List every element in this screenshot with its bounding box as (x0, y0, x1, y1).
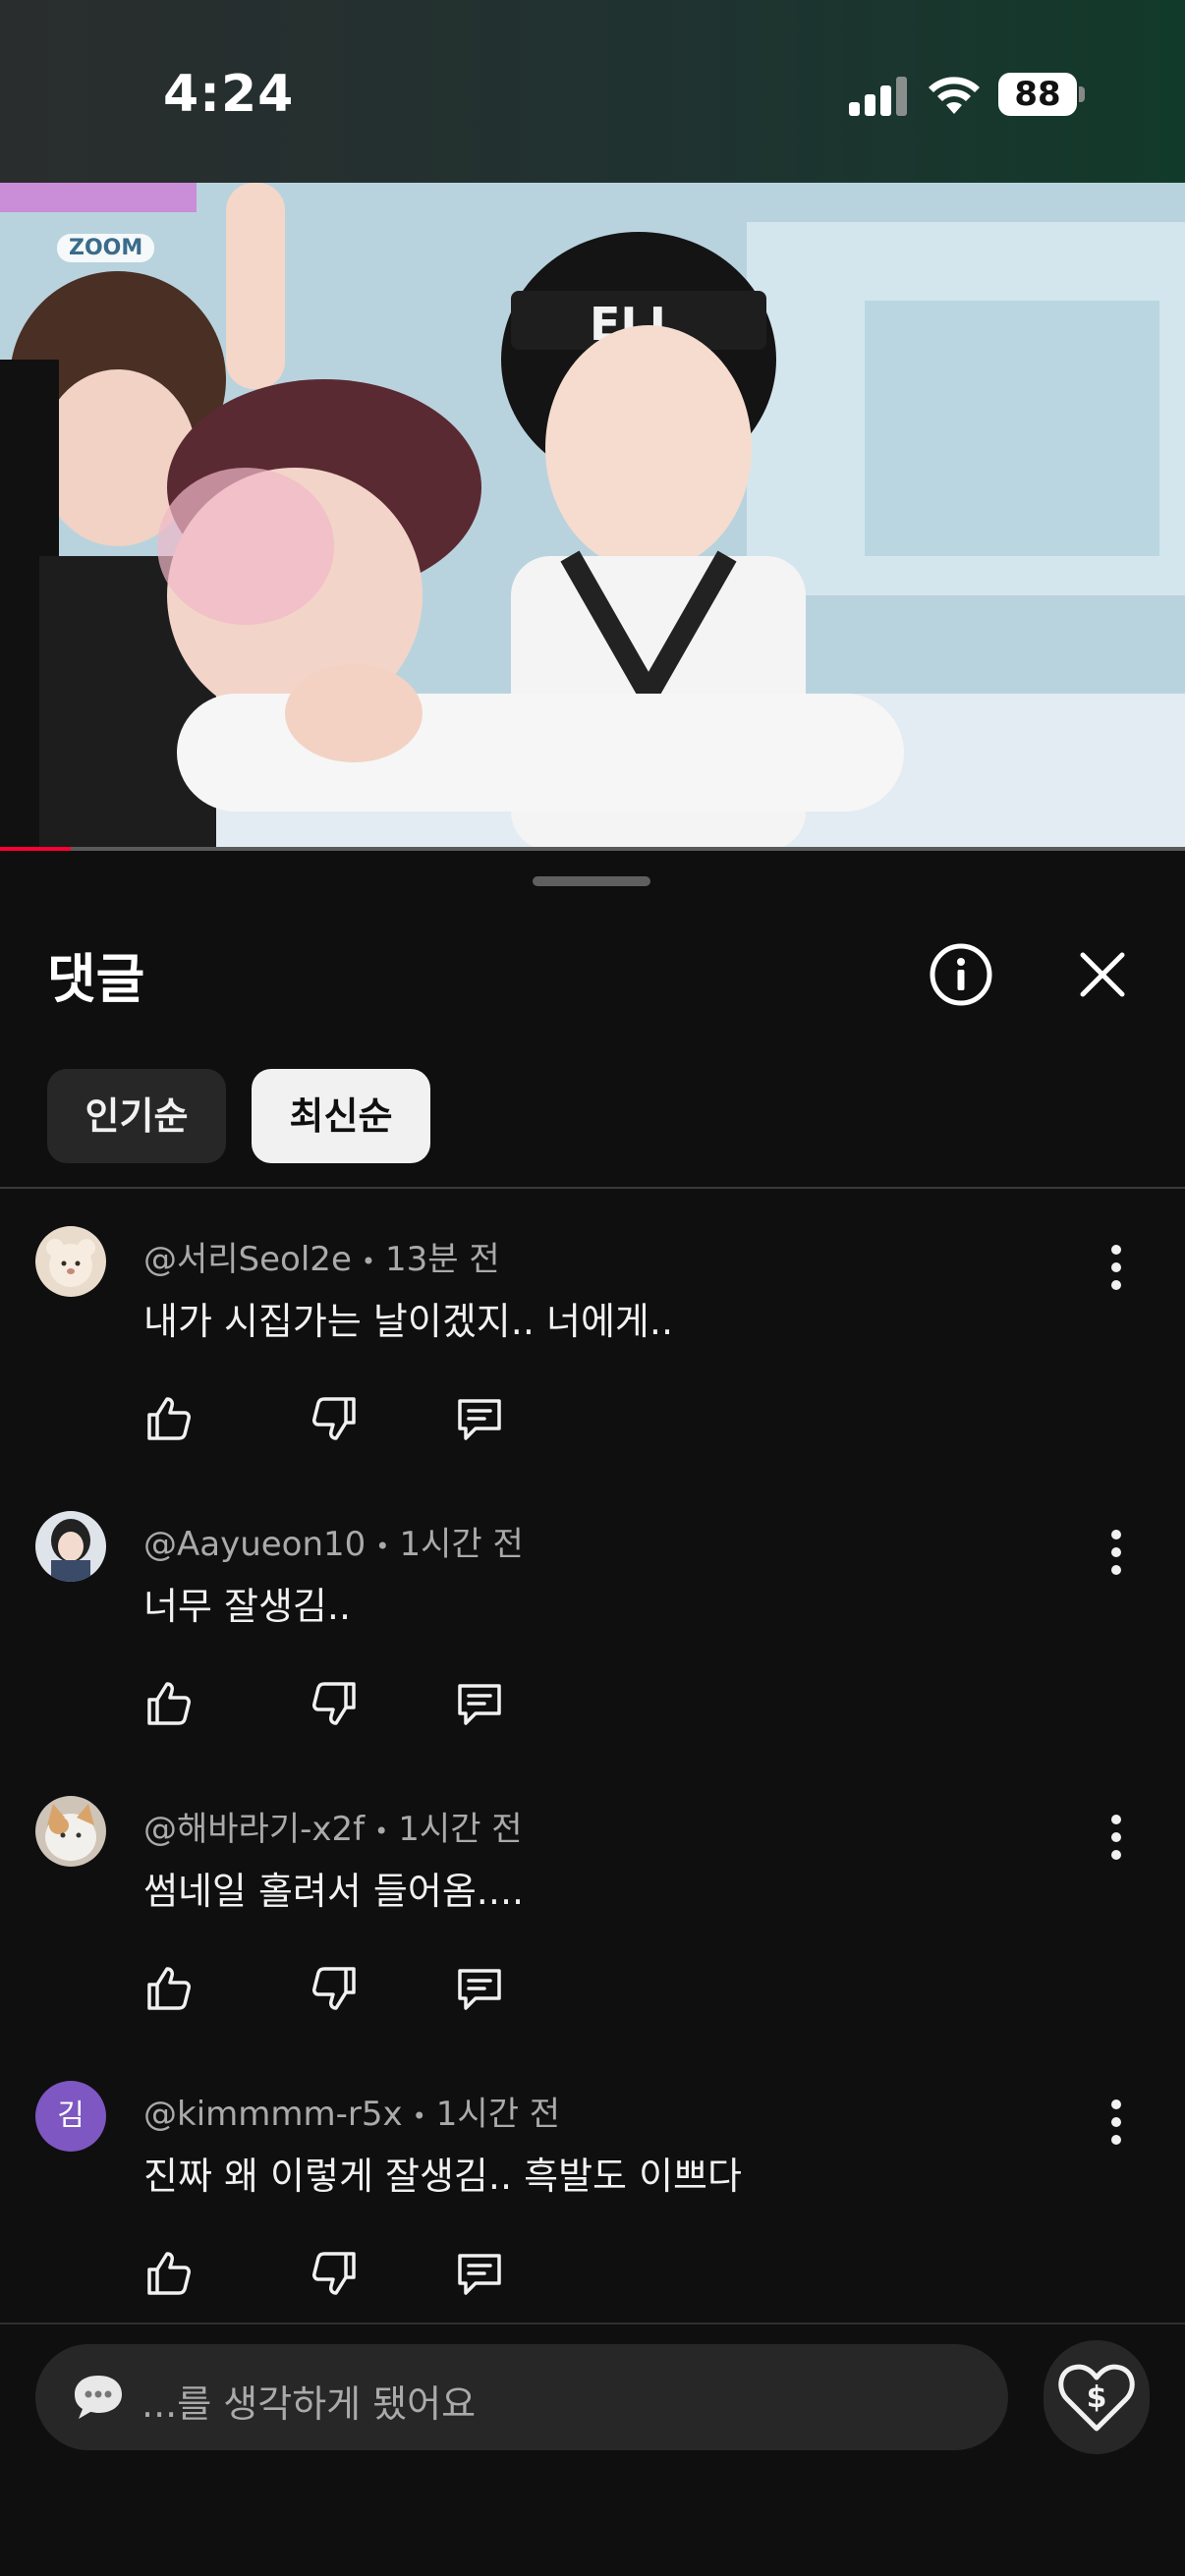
status-bar: 4:24 88 (0, 0, 1185, 183)
dislike-icon[interactable] (309, 1393, 360, 1444)
comment-time: 1시간 전 (398, 1810, 523, 1849)
chip-latest[interactable]: 최신순 (252, 1069, 430, 1163)
meta-separator: • (361, 1247, 376, 1275)
more-vert-icon[interactable] (1091, 2091, 1142, 2154)
meta-separator: • (375, 1532, 390, 1560)
like-icon[interactable] (143, 1963, 195, 2014)
comment-author[interactable]: @kimmmm-r5x (143, 2095, 403, 2134)
speech-bubble-icon (75, 2376, 122, 2419)
comment-time: 1시간 전 (435, 2095, 561, 2134)
comment-item: @해바라기-x2f • 1시간 전 썸네일 홀려서 들어옴.... (0, 1796, 1185, 2081)
avatar[interactable] (35, 1226, 106, 1297)
battery-level: 88 (998, 73, 1077, 116)
svg-text:$: $ (1087, 2380, 1107, 2415)
comment-input[interactable]: ...를 생각하게 됐어요 (35, 2344, 1008, 2450)
comment-meta: @서리Seol2e • 13분 전 (143, 1232, 500, 1280)
like-icon[interactable] (143, 2248, 195, 2299)
dislike-icon[interactable] (309, 1963, 360, 2014)
dislike-icon[interactable] (309, 2248, 360, 2299)
comment-meta: @kimmmm-r5x • 1시간 전 (143, 2087, 560, 2135)
comment-item: @서리Seol2e • 13분 전 내가 시집가는 날이겠지.. 너에게.. (0, 1226, 1185, 1511)
like-icon[interactable] (143, 1678, 195, 1729)
divider (0, 1187, 1185, 1189)
wifi-icon (929, 77, 980, 114)
reply-icon[interactable] (454, 2248, 505, 2299)
avatar[interactable] (35, 1796, 106, 1867)
info-icon[interactable] (922, 935, 1000, 1014)
chip-popular[interactable]: 인기순 (47, 1069, 226, 1163)
input-placeholder: ...를 생각하게 됐어요 (141, 2382, 477, 2426)
reply-icon[interactable] (454, 1393, 505, 1444)
sheet-title: 댓글 (47, 948, 145, 1010)
like-icon[interactable] (143, 1393, 195, 1444)
status-time: 4:24 (163, 65, 295, 124)
comment-text: 너무 잘생김.. (143, 1585, 352, 1628)
more-vert-icon[interactable] (1091, 1521, 1142, 1584)
dislike-icon[interactable] (309, 1678, 360, 1729)
video-frame-image: ELI (0, 183, 1185, 851)
avatar[interactable]: 김 (35, 2081, 106, 2152)
comment-time: 13분 전 (385, 1240, 500, 1279)
comments-sheet: 댓글 인기순 최신순 @서리Seol2e • 13분 전 내가 시집가는 날이겠지.… (0, 851, 1185, 2576)
comment-text: 진짜 왜 이렇게 잘생김.. 흑발도 이쁘다 (143, 2155, 742, 2198)
video-player[interactable]: ELI ZOOM (0, 183, 1185, 851)
comment-meta: @Aayueon10 • 1시간 전 (143, 1517, 524, 1565)
more-vert-icon[interactable] (1091, 1236, 1142, 1299)
close-icon[interactable] (1063, 935, 1142, 1014)
avatar[interactable] (35, 1511, 106, 1582)
comment-author[interactable]: @서리Seol2e (143, 1240, 352, 1279)
battery-tip (1079, 86, 1085, 102)
meta-separator: • (374, 1817, 389, 1845)
meta-separator: • (412, 2101, 426, 2130)
heart-dollar-icon: $ (1058, 2364, 1135, 2432)
comment-text: 내가 시집가는 날이겠지.. 너에게.. (143, 1300, 674, 1343)
zoom-badge: ZOOM (57, 234, 155, 262)
cellular-signal-icon (849, 75, 908, 116)
reply-icon[interactable] (454, 1963, 505, 2014)
drag-handle[interactable] (533, 876, 650, 886)
comment-author[interactable]: @Aayueon10 (143, 1525, 366, 1564)
divider (0, 2323, 1185, 2324)
super-thanks-button[interactable]: $ (1044, 2340, 1150, 2454)
comment-item: @Aayueon10 • 1시간 전 너무 잘생김.. (0, 1511, 1185, 1796)
comment-author[interactable]: @해바라기-x2f (143, 1810, 365, 1849)
reply-icon[interactable] (454, 1678, 505, 1729)
comment-time: 1시간 전 (399, 1525, 524, 1564)
comment-meta: @해바라기-x2f • 1시간 전 (143, 1802, 523, 1850)
more-vert-icon[interactable] (1091, 1806, 1142, 1869)
comment-text: 썸네일 홀려서 들어옴.... (143, 1870, 525, 1913)
